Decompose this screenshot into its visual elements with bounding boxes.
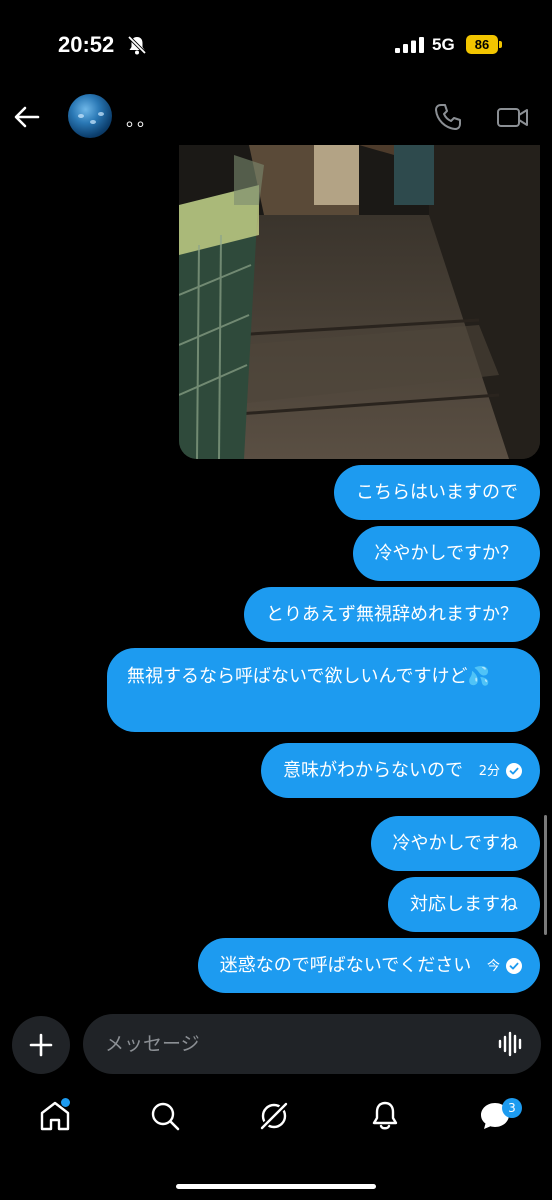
message-text: こちらはいますので xyxy=(356,482,518,503)
message-time: 2分 xyxy=(478,763,500,779)
contact-name[interactable]: 。。 xyxy=(126,106,157,132)
scrollbar[interactable] xyxy=(544,815,547,935)
attach-button[interactable] xyxy=(12,1016,70,1074)
message-bubble[interactable]: 迷惑なので呼ばないでください 今 xyxy=(197,938,540,994)
message-meta: 今 xyxy=(487,939,522,994)
message-meta: 2分 xyxy=(479,744,522,799)
battery-charging-icon: 86 xyxy=(466,35,502,54)
network-type: 5G xyxy=(432,35,455,54)
message-text: 無視するなら呼ばないで欲しいんですけど💦 xyxy=(127,666,490,687)
home-notification-dot xyxy=(61,1098,70,1107)
search-icon[interactable] xyxy=(147,1098,183,1134)
home-indicator xyxy=(176,1184,376,1189)
phone-icon[interactable] xyxy=(432,101,464,133)
message-bubble[interactable]: 対応しますね xyxy=(388,877,540,932)
back-arrow-icon[interactable] xyxy=(12,102,42,132)
shared-photo[interactable] xyxy=(179,145,540,459)
message-input-placeholder: メッセージ xyxy=(105,1033,200,1055)
read-check-icon xyxy=(506,763,522,779)
video-camera-icon[interactable] xyxy=(496,102,530,132)
message-text: 迷惑なので呼ばないでください xyxy=(219,955,472,976)
message-bubble[interactable]: こちらはいますので xyxy=(334,465,540,520)
signal-icon xyxy=(395,37,424,53)
message-bubble[interactable]: 冷やかしですね xyxy=(370,816,540,871)
read-check-icon xyxy=(506,958,522,974)
messages-badge: 3 xyxy=(502,1098,522,1118)
message-bubble[interactable]: 無視するなら呼ばないで欲しいんですけど💦 xyxy=(107,648,540,732)
message-bubble[interactable]: とりあえず無視辞めれますか？ xyxy=(244,587,540,642)
status-bar: 20:52 5G 86 xyxy=(0,0,552,90)
grok-icon[interactable] xyxy=(256,1098,292,1134)
plus-icon xyxy=(29,1033,53,1057)
avatar[interactable] xyxy=(68,94,112,138)
battery-level: 86 xyxy=(474,37,490,52)
message-text: 意味がわからないので xyxy=(282,760,463,781)
message-input[interactable]: メッセージ xyxy=(83,1014,541,1074)
message-text: 冷やかしですか？ xyxy=(374,543,518,564)
message-text: 対応しますね xyxy=(410,894,518,915)
message-time: 今 xyxy=(486,958,500,974)
message-bubble[interactable]: 意味がわからないので 2分 xyxy=(260,743,540,799)
bell-muted-icon xyxy=(127,35,147,55)
message-text: 冷やかしですね xyxy=(392,833,518,854)
message-bubble[interactable]: 冷やかしですか？ xyxy=(352,526,540,581)
message-text: とりあえず無視辞めれますか？ xyxy=(266,604,518,625)
notifications-icon[interactable] xyxy=(367,1098,403,1134)
status-time: 20:52 xyxy=(58,32,115,57)
chat-header: 。。 xyxy=(0,90,552,145)
voice-waveform-icon[interactable] xyxy=(497,1031,525,1057)
